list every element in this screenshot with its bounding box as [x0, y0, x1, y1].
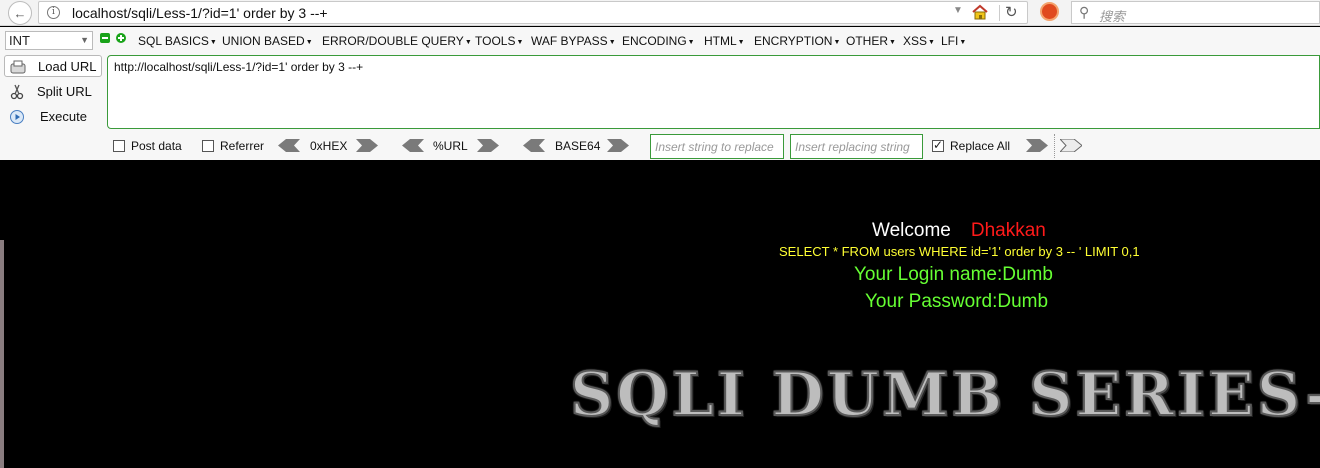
load-url-button[interactable]: Load URL [4, 55, 102, 77]
welcome-line: Welcome Dhakkan [872, 220, 1046, 242]
search-icon: ⚲ [1079, 4, 1090, 20]
url-textarea[interactable]: http://localhost/sqli/Less-1/?id=1' orde… [107, 55, 1320, 129]
address-bar[interactable]: i localhost/sqli/Less-1/?id=1' order by … [38, 1, 1028, 24]
password-text: Your Password:Dumb [865, 291, 1049, 312]
split-url-label: Split URL [37, 84, 92, 99]
caret-icon: ▼ [737, 39, 745, 46]
menu-encryption[interactable]: ENCRYPTION▼ [754, 34, 840, 48]
hackbar-options-row: Post data Referrer 0xHEX %URL BASE64 Ins… [0, 134, 1320, 159]
menu-encoding[interactable]: ENCODING▼ [622, 34, 695, 48]
back-arrow-icon: ← [13, 5, 27, 21]
hex-encode-arrow-icon[interactable] [356, 139, 378, 152]
caret-icon: ▼ [516, 39, 524, 46]
hex-decode-arrow-icon[interactable] [278, 139, 300, 152]
hackbar-panel: INT ▼ SQL BASICS▼ UNION BASED▼ ERROR/DOU… [0, 27, 1320, 160]
caret-icon: ▼ [209, 39, 217, 46]
user-name: Dhakkan [970, 220, 1046, 241]
execute-label: Execute [40, 109, 87, 124]
menu-sql-basics[interactable]: SQL BASICS▼ [138, 34, 217, 48]
toolbar-divider [1054, 134, 1055, 158]
search-box[interactable]: ⚲ 搜索 [1071, 1, 1320, 24]
injection-type-value: INT [9, 33, 30, 48]
url-encode-arrow-icon[interactable] [477, 139, 499, 152]
caret-icon: ▼ [928, 39, 935, 46]
replace-all-label[interactable]: Replace All [950, 139, 1010, 153]
post-data-label[interactable]: Post data [131, 139, 182, 153]
caret-icon: ▼ [833, 39, 841, 46]
replace-next-arrow-icon[interactable] [1060, 139, 1082, 152]
back-button[interactable]: ← [8, 1, 32, 25]
series-banner: SQLI DUMB SERIES- [570, 360, 1320, 430]
menu-lfi[interactable]: LFI▼ [941, 34, 966, 48]
replace-to-input[interactable]: Insert replacing string [790, 134, 923, 159]
window-edge [0, 240, 4, 468]
home-icon[interactable] [971, 3, 989, 21]
caret-icon: ▼ [305, 39, 313, 46]
menu-error-double-query[interactable]: ERROR/DOUBLE QUERY▼ [322, 34, 472, 48]
page-content: Welcome Dhakkan SELECT * FROM users WHERE… [0, 160, 1320, 468]
scissors-icon [10, 84, 24, 100]
hex-label: 0xHEX [310, 139, 348, 153]
welcome-text: Welcome [872, 220, 951, 241]
addon-icon[interactable] [1040, 2, 1059, 21]
menu-tools[interactable]: TOOLS▼ [475, 34, 523, 48]
play-icon [10, 110, 24, 124]
caret-icon: ▼ [889, 39, 896, 46]
base64-label: BASE64 [555, 139, 601, 153]
load-url-label: Load URL [38, 59, 97, 74]
base64-encode-arrow-icon[interactable] [607, 139, 629, 152]
info-icon[interactable]: i [47, 6, 60, 19]
increase-button[interactable] [116, 33, 126, 43]
menu-waf-bypass[interactable]: WAF BYPASS▼ [531, 34, 616, 48]
chevron-down-icon: ▼ [80, 35, 89, 45]
menu-other[interactable]: OTHER▼ [846, 34, 896, 48]
toolbar-divider [999, 5, 1000, 21]
referrer-checkbox[interactable] [202, 140, 214, 152]
browser-navbar: ← i localhost/sqli/Less-1/?id=1' order b… [0, 0, 1320, 26]
replace-from-input[interactable]: Insert string to replace [650, 134, 784, 159]
execute-button[interactable]: Execute [4, 106, 102, 128]
injection-type-select[interactable]: INT ▼ [5, 31, 93, 50]
caret-icon: ▼ [464, 39, 472, 46]
search-placeholder[interactable]: 搜索 [1099, 6, 1125, 25]
replace-arrow-icon[interactable] [1026, 139, 1048, 152]
menu-xss[interactable]: XSS▼ [903, 34, 935, 48]
post-data-checkbox[interactable] [113, 140, 125, 152]
login-name-text: Your Login name:Dumb [854, 264, 1053, 285]
hackbar-menu-row: INT ▼ SQL BASICS▼ UNION BASED▼ ERROR/DOU… [0, 27, 1320, 53]
caret-icon: ▼ [608, 39, 616, 46]
address-bar-text[interactable]: localhost/sqli/Less-1/?id=1' order by 3 … [72, 5, 328, 21]
referrer-label[interactable]: Referrer [220, 139, 264, 153]
url-decode-arrow-icon[interactable] [402, 139, 424, 152]
sql-query-text: SELECT * FROM users WHERE id='1' order b… [779, 244, 1140, 259]
menu-html[interactable]: HTML▼ [704, 34, 745, 48]
menu-union-based[interactable]: UNION BASED▼ [222, 34, 313, 48]
decrease-button[interactable] [100, 33, 110, 43]
load-url-icon [10, 60, 26, 74]
dropdown-arrow-icon[interactable]: ▼ [953, 5, 963, 16]
caret-icon: ▼ [687, 39, 695, 46]
base64-decode-arrow-icon[interactable] [523, 139, 545, 152]
url-encode-label: %URL [433, 139, 468, 153]
replace-all-checkbox[interactable] [932, 138, 944, 152]
reload-icon[interactable]: ↻ [1005, 3, 1018, 21]
split-url-button[interactable]: Split URL [4, 81, 102, 103]
caret-icon: ▼ [959, 39, 967, 46]
